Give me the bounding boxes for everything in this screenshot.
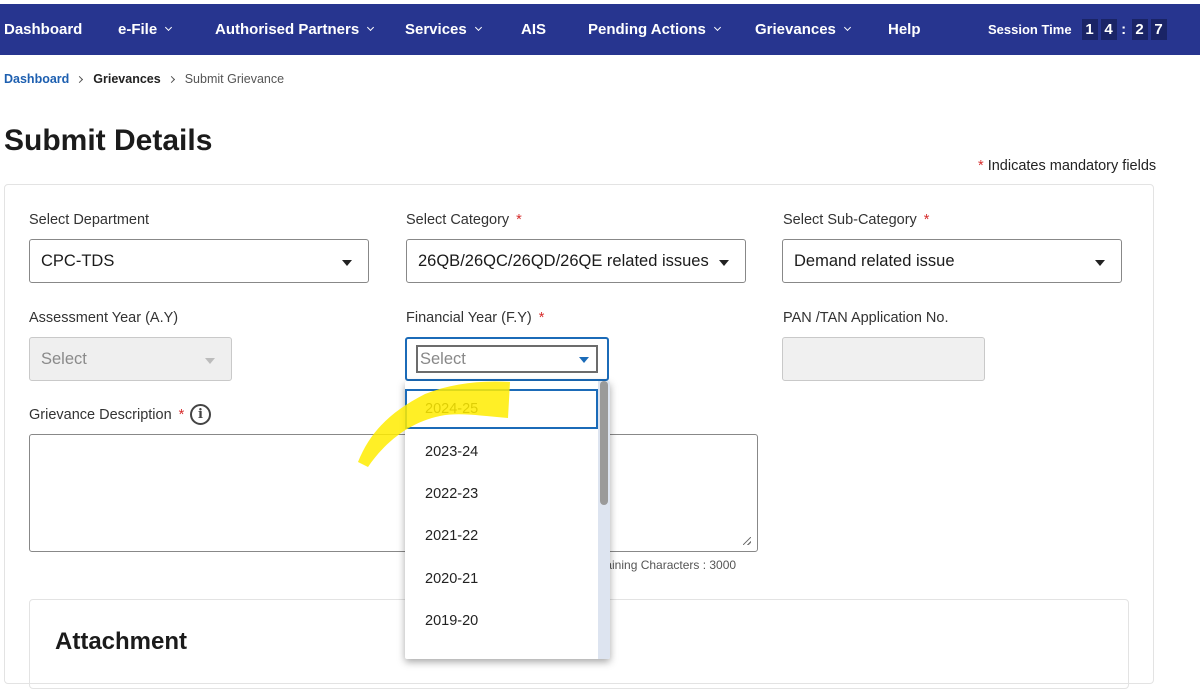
chevron-down-icon	[367, 23, 375, 32]
nav-label: Grievances	[755, 21, 836, 38]
nav-label: Services	[405, 21, 467, 38]
select-inner: Select	[416, 345, 598, 373]
label-text: Select Category	[406, 212, 510, 228]
info-glyph: i	[198, 407, 203, 422]
department-label: Select Department	[29, 212, 149, 228]
department-select[interactable]: CPC-TDS	[29, 239, 369, 283]
session-digit: 2	[1131, 19, 1148, 40]
option-label: 2021-22	[425, 528, 479, 544]
dropdown-scrollbar[interactable]	[598, 381, 610, 659]
caret-down-icon	[1095, 260, 1105, 266]
mandatory-note-text: Indicates mandatory fields	[987, 158, 1157, 174]
fy-option[interactable]: 2021-22	[405, 516, 598, 556]
label-text: Select Sub-Category	[783, 212, 917, 228]
fy-option[interactable]: 2024-25	[405, 389, 598, 429]
top-nav: Dashboard e-File Authorised Partners Ser…	[0, 4, 1200, 55]
nav-help[interactable]: Help	[888, 4, 921, 55]
caret-down-icon	[579, 357, 589, 363]
session-digit: 4	[1100, 19, 1117, 40]
breadcrumb-dashboard[interactable]: Dashboard	[4, 72, 69, 86]
option-label: 2019-20	[425, 613, 479, 629]
description-textarea[interactable]	[29, 434, 758, 552]
session-separator: :	[1121, 21, 1127, 38]
required-star: *	[178, 407, 185, 423]
chevron-down-icon	[165, 23, 173, 32]
caret-down-icon	[719, 260, 729, 266]
subcategory-select[interactable]: Demand related issue	[782, 239, 1122, 283]
info-icon[interactable]: i	[190, 404, 211, 425]
pan-tan-input	[782, 337, 985, 381]
nav-pending-actions[interactable]: Pending Actions	[588, 4, 721, 55]
nav-authorised-partners[interactable]: Authorised Partners	[215, 4, 375, 55]
nav-efile[interactable]: e-File	[118, 4, 173, 55]
resize-grip-icon[interactable]	[743, 537, 751, 545]
required-star: *	[516, 212, 522, 228]
nav-services[interactable]: Services	[405, 4, 482, 55]
nav-label: Pending Actions	[588, 21, 706, 38]
option-label: 2023-24	[425, 444, 479, 460]
nav-label: e-File	[118, 21, 158, 38]
assessment-year-label: Assessment Year (A.Y)	[29, 310, 178, 326]
fy-option[interactable]: 2019-20	[405, 601, 598, 641]
nav-label: AIS	[521, 21, 547, 38]
financial-year-select[interactable]: Select	[405, 337, 609, 381]
select-value: Demand related issue	[794, 251, 955, 270]
label-text: Grievance Description	[29, 407, 172, 423]
chevron-right-icon	[76, 75, 84, 83]
fy-option[interactable]: 2022-23	[405, 474, 598, 514]
fy-option[interactable]: 2020-21	[405, 559, 598, 599]
financial-year-dropdown: 2024-25 2023-24 2022-23 2021-22 2020-21 …	[405, 381, 610, 659]
description-label: Grievance Description *	[29, 407, 184, 423]
session-label: Session Time	[988, 22, 1072, 37]
mandatory-note: * Indicates mandatory fields	[978, 158, 1156, 174]
breadcrumb-grievances[interactable]: Grievances	[93, 72, 160, 86]
option-label: 2024-25	[425, 401, 479, 417]
page-title: Submit Details	[4, 124, 213, 157]
breadcrumb: Dashboard Grievances Submit Grievance	[4, 72, 284, 86]
label-text: Assessment Year (A.Y)	[29, 310, 179, 326]
select-value: CPC-TDS	[41, 251, 115, 270]
required-star: *	[923, 212, 930, 228]
required-star: *	[978, 158, 984, 174]
nav-dashboard[interactable]: Dashboard	[4, 4, 82, 55]
category-select[interactable]: 26QB/26QC/26QD/26QE related issues	[406, 239, 746, 283]
chevron-down-icon	[843, 23, 851, 32]
nav-label: Authorised Partners	[215, 21, 360, 38]
nav-label: Dashboard	[4, 21, 83, 38]
scrollbar-thumb[interactable]	[600, 381, 608, 505]
select-value: 26QB/26QC/26QD/26QE related issues	[418, 251, 709, 270]
label-text: PAN /TAN Application No.	[783, 310, 949, 326]
label-text: Financial Year (F.Y)	[406, 310, 532, 326]
fy-option[interactable]: 2023-24	[405, 432, 598, 472]
option-label: 2022-23	[425, 486, 479, 502]
subcategory-label: Select Sub-Category *	[783, 212, 929, 228]
label-text: Select Department	[29, 212, 150, 228]
nav-grievances[interactable]: Grievances	[755, 4, 851, 55]
financial-year-label: Financial Year (F.Y) *	[406, 310, 544, 326]
required-star: *	[538, 310, 545, 326]
chevron-down-icon	[474, 23, 482, 32]
assessment-year-select: Select	[29, 337, 232, 381]
pan-tan-label: PAN /TAN Application No.	[783, 310, 948, 326]
chevron-right-icon	[167, 75, 175, 83]
session-timer: Session Time 1 4 : 2 7	[988, 4, 1167, 55]
session-digit: 1	[1081, 19, 1098, 40]
nav-label: Help	[888, 21, 921, 38]
attachment-title: Attachment	[55, 628, 188, 655]
session-digit: 7	[1150, 19, 1167, 40]
option-label: 2020-21	[425, 571, 479, 587]
select-placeholder: Select	[420, 349, 466, 368]
category-label: Select Category *	[406, 212, 522, 228]
select-placeholder: Select	[41, 349, 87, 368]
breadcrumb-current: Submit Grievance	[184, 72, 285, 86]
caret-down-icon	[205, 358, 215, 364]
chevron-down-icon	[713, 23, 721, 32]
caret-down-icon	[342, 260, 352, 266]
nav-ais[interactable]: AIS	[521, 4, 546, 55]
